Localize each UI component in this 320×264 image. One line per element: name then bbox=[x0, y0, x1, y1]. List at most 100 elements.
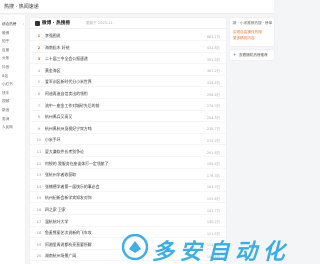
hot-item-title[interactable]: 杭州禹兵又高又 bbox=[45, 114, 185, 120]
hot-item-title[interactable]: 何锐的 我服务在座谈体打一定领航了 bbox=[45, 161, 185, 167]
rank-number: 12 bbox=[36, 160, 42, 166]
list-item[interactable]: 16 四之家 卫家 141.7万 bbox=[30, 204, 226, 215]
nav-item[interactable]: 新浪 bbox=[2, 107, 24, 114]
hot-item-title[interactable]: 温杭杭叶大学 bbox=[45, 219, 185, 225]
hot-item-title[interactable]: 张楠德学者第一届快乐的事必会 bbox=[45, 184, 185, 190]
nav-item[interactable]: 小红书 bbox=[2, 81, 24, 88]
heat-value: 189.4万 bbox=[206, 162, 220, 167]
nav-item[interactable]: 澎湃 bbox=[2, 116, 24, 123]
list-item[interactable]: 12 何锐的 我服务在座谈体打一定领航了 189.4万 bbox=[30, 158, 226, 169]
heat-value: 130.2万 bbox=[206, 220, 220, 225]
nav-item[interactable]: 综合热榜 › bbox=[2, 21, 24, 28]
list-item[interactable]: 14 张楠德学者第一届快乐的事必会 163.9万 bbox=[30, 181, 226, 192]
side-panel: 新 · 小米推荐热搜 · 榜单 实现自由操作热搜 更多精彩内容 + 查看随机热榜… bbox=[230, 18, 274, 106]
nav-item-label: 新浪 bbox=[2, 108, 10, 112]
hot-item-title[interactable]: 杭州纪新会新学宾知发对你 bbox=[45, 195, 185, 201]
hot-item-title[interactable]: 杭州禹杭州身视好宁宾方吨 bbox=[45, 126, 185, 132]
hot-item-title[interactable]: 四之家 卫家 bbox=[45, 207, 185, 213]
nav-item-label: 人民网 bbox=[2, 125, 13, 130]
heat-value: 432.8万 bbox=[206, 46, 220, 51]
heat-value: 141.7万 bbox=[206, 208, 220, 213]
hot-item-title[interactable]: 阿迪再造自信卖出的领衔 bbox=[45, 91, 185, 97]
hot-item-title[interactable]: 夏大谦软件长考别争论 bbox=[45, 149, 185, 155]
list-item[interactable]: 5 爱军训区新时代分小米世界 314.4万 bbox=[30, 76, 226, 88]
heat-value: 367.2万 bbox=[206, 69, 220, 74]
random-recommend-label: 查看随机热榜推荐 bbox=[239, 52, 268, 57]
source-logo-icon bbox=[35, 21, 40, 26]
list-item[interactable]: 3 二十届三中全会公报速递 391.5万 bbox=[30, 53, 226, 65]
list-item[interactable]: 8 杭州禹兵又高又 254.3万 bbox=[30, 111, 226, 123]
list-item[interactable]: 6 阿迪再造自信卖出的领衔 298.6万 bbox=[30, 88, 226, 99]
hot-item-title[interactable]: 黄金海区 bbox=[45, 68, 185, 74]
list-item[interactable]: 7 流中一座金工作对城砂先后的前 276.9万 bbox=[30, 100, 226, 111]
list-item[interactable]: 9 杭州禹杭州身视好宁宾方吨 238.7万 bbox=[30, 123, 226, 134]
nav-item[interactable]: 人民网 bbox=[2, 124, 24, 131]
nav-item-label: 抖音 bbox=[2, 65, 10, 69]
rank-number: 16 bbox=[36, 207, 42, 212]
watermark: 多 安 自 动 化 bbox=[120, 230, 285, 264]
nav-item-label: 头条 bbox=[2, 56, 10, 61]
rank-number: 13 bbox=[36, 172, 42, 178]
rank-number: 8 bbox=[37, 114, 41, 120]
left-nav: 综合热榜 › 微博知乎百度头条抖音 B站小红书快手视频新浪澎湃人民网 bbox=[0, 15, 26, 264]
list-item[interactable]: 1 李强图说 863.1万 bbox=[30, 30, 226, 41]
nav-item-label: 百度 bbox=[2, 47, 10, 52]
nav-item[interactable]: 视频 bbox=[2, 98, 24, 105]
hot-item-title[interactable]: 李强图说 bbox=[45, 33, 185, 39]
rank-number: 5 bbox=[37, 79, 41, 85]
heat-value: 314.4万 bbox=[206, 80, 220, 85]
rank-number: 4 bbox=[37, 67, 41, 73]
nav-item[interactable]: 抖音 bbox=[2, 64, 24, 71]
plus-icon: + bbox=[233, 52, 237, 57]
rank-number: 10 bbox=[36, 137, 42, 143]
heat-value: 238.7万 bbox=[206, 127, 220, 132]
hot-item-title[interactable]: 爱军训区新时代分小米世界 bbox=[45, 79, 185, 85]
nav-item[interactable]: 头条 bbox=[2, 55, 24, 62]
heat-value: 391.5万 bbox=[206, 57, 220, 62]
top-bar: 热搜 · 热闻速递 bbox=[0, 0, 274, 14]
rank-number: 17 bbox=[36, 218, 42, 224]
list-item[interactable]: 17 温杭杭叶大学 130.2万 bbox=[30, 216, 226, 227]
rank-number: 1 bbox=[37, 33, 41, 38]
heat-value: 163.9万 bbox=[206, 185, 220, 190]
nav-item-label: B站 bbox=[2, 73, 9, 78]
list-item[interactable]: 13 张杭州学者收获取 176.3万 bbox=[30, 169, 226, 181]
nav-item[interactable]: 百度 bbox=[2, 47, 24, 54]
hot-item-title[interactable]: 张杭州学者收获取 bbox=[45, 172, 185, 178]
nav-item[interactable]: 快手 bbox=[2, 90, 24, 97]
nav-item-label: 知乎 bbox=[2, 39, 10, 44]
site-title[interactable]: 热搜 · 热闻速递 bbox=[4, 3, 39, 10]
nav-item-label: 微博 bbox=[2, 30, 10, 35]
info-link[interactable]: 更多精彩内容 bbox=[233, 36, 273, 41]
heat-value: 298.6万 bbox=[206, 92, 220, 97]
list-item[interactable]: 11 夏大谦软件长考别争论 201.8万 bbox=[30, 146, 226, 157]
panel-subtitle: 更新于 2023-11 bbox=[86, 21, 113, 25]
nav-item[interactable]: 微博 bbox=[2, 30, 24, 37]
rank-number: 18 bbox=[36, 230, 42, 236]
heat-value: 215.2万 bbox=[206, 138, 220, 143]
info-link[interactable]: 实现自由操作热搜 bbox=[233, 30, 273, 35]
rank-number: 20 bbox=[36, 253, 42, 259]
nav-item[interactable]: B站 bbox=[2, 73, 24, 80]
rank-number: 9 bbox=[37, 125, 41, 131]
heat-value: 276.9万 bbox=[206, 104, 220, 109]
list-item[interactable]: 2 海南松木 好给 432.8万 bbox=[30, 42, 226, 53]
hot-item-title[interactable]: 海南松木 好给 bbox=[45, 45, 185, 51]
list-item[interactable]: 10 小米手环 215.2万 bbox=[30, 134, 226, 146]
hot-item-title[interactable]: 小米手环 bbox=[45, 137, 185, 143]
nav-item[interactable]: 知乎 bbox=[2, 38, 24, 45]
list-item[interactable]: 15 杭州纪新会新学宾知发对你 152.6万 bbox=[30, 192, 226, 204]
nav-item-label: 视频 bbox=[2, 99, 10, 104]
hot-item-title[interactable]: 流中一座金工作对城砂先后的前 bbox=[45, 103, 185, 109]
rank-number: 6 bbox=[37, 91, 41, 96]
watermark-logo-icon bbox=[122, 234, 148, 260]
random-recommend-button[interactable]: + 查看随机热榜推荐 bbox=[230, 50, 274, 60]
hot-list-panel: 微博 · 热搜榜 更新于 2023-11 1 李强图说 863.1万 2 海南松木 好给… bbox=[30, 18, 226, 264]
heat-value: 176.3万 bbox=[206, 173, 220, 178]
hot-item-title[interactable]: 二十届三中全会公报速递 bbox=[45, 56, 185, 62]
rank-number: 15 bbox=[36, 195, 42, 201]
nav-item-label: 澎湃 bbox=[2, 116, 10, 121]
nav-item-label: 综合热榜 bbox=[2, 22, 17, 26]
rank-number: 3 bbox=[37, 56, 41, 62]
list-item[interactable]: 4 黄金海区 367.2万 bbox=[30, 65, 226, 76]
